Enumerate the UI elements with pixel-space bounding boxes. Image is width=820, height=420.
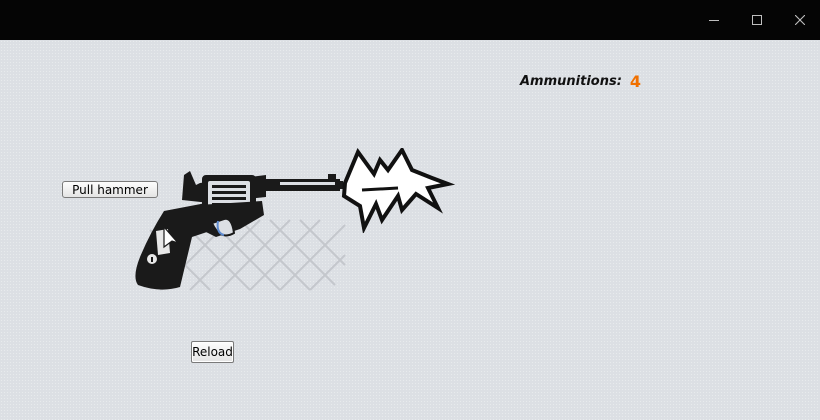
revolver-icon <box>135 171 346 291</box>
ammunition-label: Ammunitions: <box>520 73 622 89</box>
app-canvas: Ammunitions: 4 Pull hammer Reload <box>0 40 820 420</box>
maximize-button[interactable] <box>735 0 779 40</box>
maximize-icon <box>752 15 762 25</box>
reload-button[interactable]: Reload <box>191 341 234 363</box>
muzzle-flash-icon <box>341 148 455 233</box>
minimize-button[interactable] <box>692 0 736 40</box>
title-bar <box>0 0 820 40</box>
close-button[interactable] <box>778 0 820 40</box>
ammunition-display: Ammunitions: 4 <box>520 70 641 92</box>
ammunition-count: 4 <box>629 71 642 91</box>
minimize-icon <box>709 20 719 21</box>
close-icon <box>795 15 805 25</box>
